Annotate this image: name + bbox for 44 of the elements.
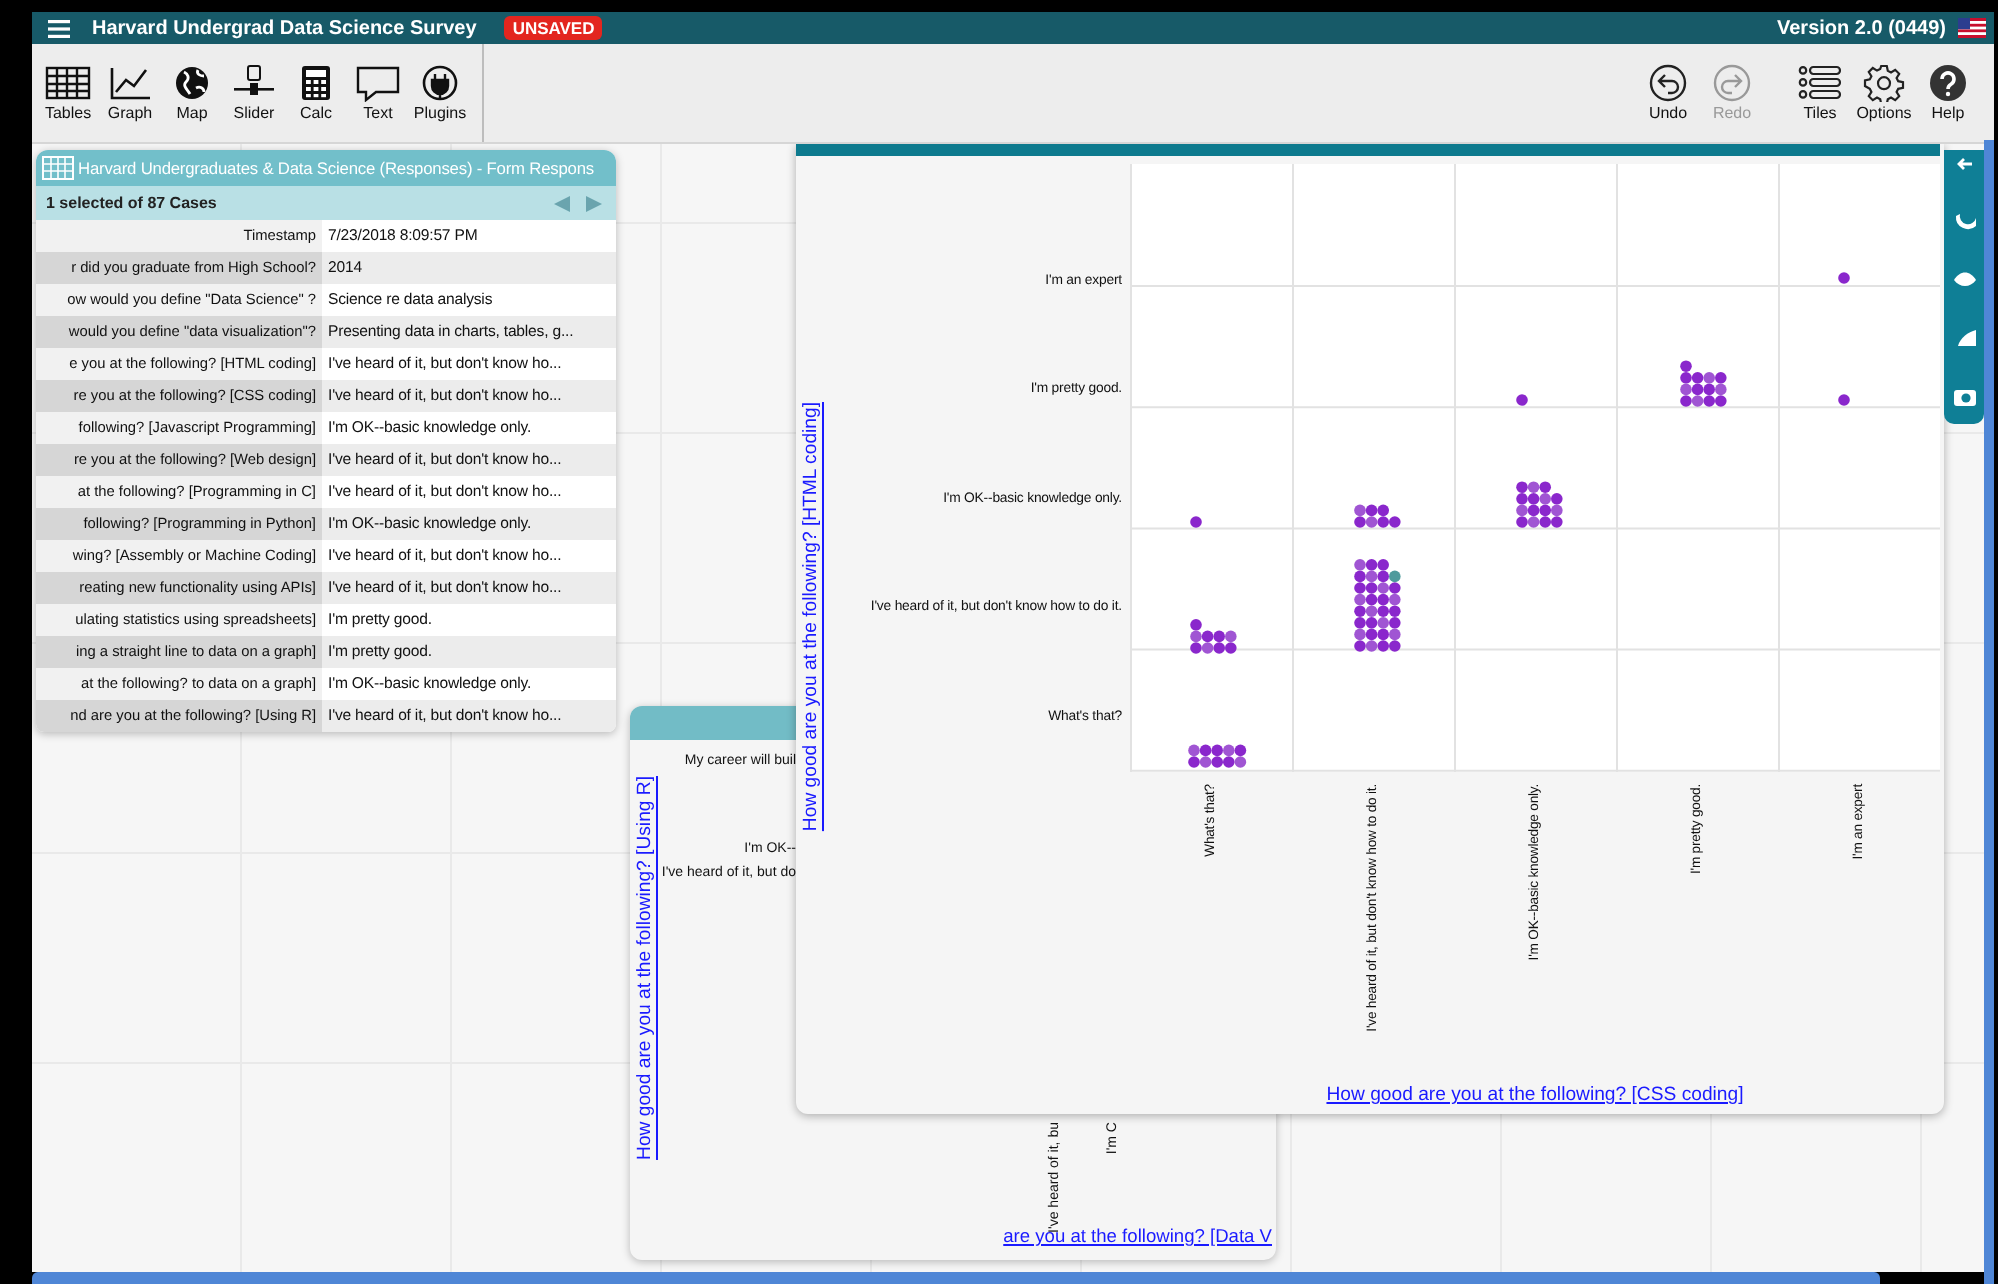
dot-cluster[interactable]: [1354, 559, 1401, 652]
menu-icon[interactable]: [48, 19, 70, 37]
vertical-scrollbar[interactable]: [1984, 140, 1994, 1284]
help-icon: [1926, 64, 1970, 102]
list-icon: [1798, 64, 1842, 102]
options-button[interactable]: Options: [1854, 64, 1914, 122]
dot-cluster[interactable]: [1190, 516, 1202, 528]
plugins-tool-button[interactable]: Plugins: [412, 64, 468, 122]
y-axis-title[interactable]: How good are you at the following? [HTML coding]: [799, 401, 821, 831]
dot-cluster[interactable]: [1680, 360, 1727, 407]
version-label: Version 2.0 (0449): [1777, 17, 1946, 39]
undo-icon: [1646, 64, 1690, 102]
dot-cluster[interactable]: [1188, 744, 1247, 768]
line-chart-icon: [106, 64, 154, 102]
flag-icon[interactable]: [1958, 18, 1986, 38]
dot-cluster[interactable]: [1838, 272, 1850, 284]
settings-icon: [1862, 64, 1906, 102]
arrow-icon[interactable]: [1955, 156, 1973, 172]
table-icon: [44, 64, 92, 102]
dot-cluster[interactable]: [1190, 619, 1237, 654]
undo-button[interactable]: Undo: [1638, 64, 1698, 122]
slider-tool-button[interactable]: Slider: [226, 64, 282, 122]
table-icon: [42, 156, 74, 180]
tiles-button[interactable]: Tiles: [1790, 64, 1850, 122]
redo-icon: [1710, 64, 1754, 102]
text-tool-button[interactable]: Text: [350, 64, 406, 122]
help-button[interactable]: Help: [1918, 64, 1978, 122]
speech-bubble-icon: [354, 64, 402, 102]
y-axis-title[interactable]: How good are you at the following? [Using R]: [634, 776, 656, 1160]
dot-cluster[interactable]: [1838, 394, 1850, 406]
case-count: 1 selected of 87 Cases: [46, 194, 217, 212]
horizontal-scrollbar[interactable]: [32, 1272, 1880, 1284]
x-axis-title[interactable]: How good are you at the following? [CSS coding]: [1326, 1084, 1744, 1106]
camera-icon[interactable]: [1952, 384, 1976, 408]
graph-tool-button[interactable]: Graph: [102, 64, 158, 122]
unsaved-badge: UNSAVED: [504, 16, 603, 40]
dot-cluster[interactable]: [1516, 394, 1528, 406]
dot-cluster[interactable]: [1516, 481, 1563, 528]
document-title: Harvard Undergrad Data Science Survey: [92, 17, 477, 39]
table-title: Harvard Undergraduates & Data Science (Responses) - Form Respons: [78, 158, 594, 178]
map-tool-button[interactable]: Map: [164, 64, 220, 122]
calc-tool-button[interactable]: Calc: [288, 64, 344, 122]
tables-tool-button[interactable]: Tables: [40, 64, 96, 122]
dot-cluster[interactable]: [1354, 504, 1401, 528]
